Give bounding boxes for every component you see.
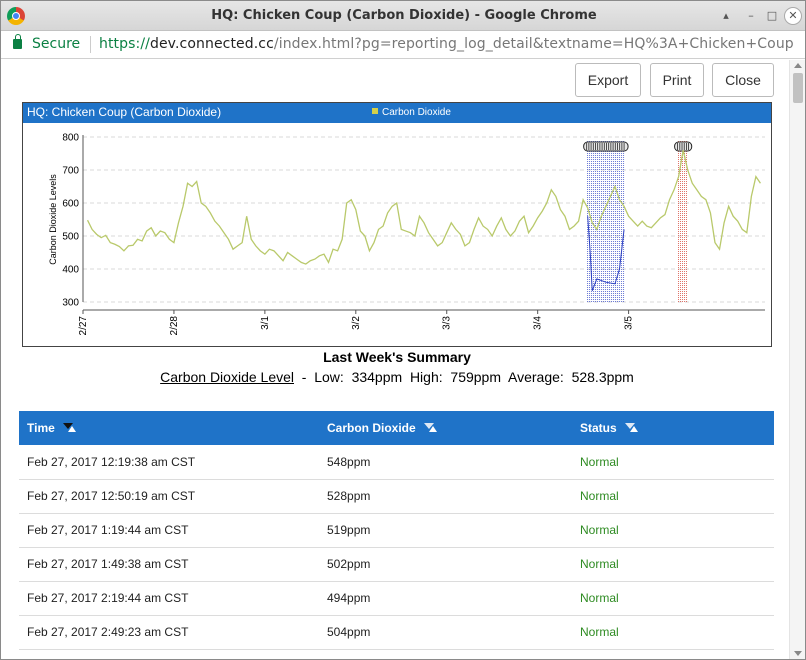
chart-header: HQ: Chicken Coup (Carbon Dioxide) Carbon… bbox=[23, 103, 771, 123]
summary-line: Carbon Dioxide Level - Low: 334ppm High:… bbox=[1, 369, 793, 385]
x-tick-label: 3/1 bbox=[260, 316, 271, 330]
x-tick-label: 3/5 bbox=[624, 316, 635, 330]
address-separator bbox=[90, 36, 91, 53]
column-header-time[interactable]: Time bbox=[19, 411, 319, 445]
table-header-row: Time Carbon Dioxide Status bbox=[19, 411, 774, 445]
cell-time: Feb 27, 2017 2:19:44 am CST bbox=[19, 581, 319, 616]
summary-title: Last Week's Summary bbox=[323, 349, 471, 365]
cell-time: Feb 27, 2017 12:19:38 am CST bbox=[19, 445, 319, 480]
legend-swatch bbox=[372, 108, 378, 114]
cell-status: Normal bbox=[572, 581, 774, 616]
address-bar[interactable]: Secure https://dev.connected.cc/index.ht… bbox=[1, 31, 805, 59]
scroll-up-icon[interactable] bbox=[794, 63, 802, 68]
cell-time: Feb 27, 2017 1:49:38 am CST bbox=[19, 547, 319, 582]
secure-label: Secure bbox=[32, 36, 81, 52]
cell-co2: 519ppm bbox=[319, 513, 572, 548]
scroll-thumb[interactable] bbox=[793, 73, 803, 103]
x-tick-label: 2/28 bbox=[169, 316, 180, 336]
cell-co2: 548ppm bbox=[319, 445, 572, 480]
table-row[interactable]: Feb 27, 2017 2:19:44 am CST 494ppm Normal bbox=[19, 581, 774, 616]
table-row[interactable]: Feb 27, 2017 1:19:44 am CST 519ppm Normal bbox=[19, 513, 774, 548]
scroll-down-icon[interactable] bbox=[794, 651, 802, 656]
url-path: /index.html?pg=reporting_log_detail&text… bbox=[273, 36, 794, 52]
lock-icon bbox=[13, 34, 22, 49]
cell-co2: 502ppm bbox=[319, 547, 572, 582]
x-tick-label: 3/3 bbox=[442, 316, 453, 330]
log-table: Time Carbon Dioxide Status Feb 27, 2017 … bbox=[19, 411, 774, 650]
cell-status: Normal bbox=[572, 615, 774, 650]
window-maximize-icon[interactable]: □ bbox=[763, 7, 781, 25]
column-header-status[interactable]: Status bbox=[572, 411, 774, 445]
page-scrollbar[interactable] bbox=[789, 60, 805, 659]
band-handle bbox=[583, 141, 629, 152]
chart-panel: 300 400 500 600 700 800 Carbon Dioxide Levels 2… bbox=[22, 102, 772, 347]
sort-icon[interactable] bbox=[624, 423, 639, 433]
x-tick-label: 3/4 bbox=[533, 316, 544, 330]
summary-metric-link[interactable]: Carbon Dioxide Level bbox=[160, 369, 294, 385]
window-arrow-up-icon[interactable]: ▴ bbox=[717, 7, 735, 25]
y-tick-label: 400 bbox=[62, 265, 79, 276]
cell-time: Feb 27, 2017 1:19:44 am CST bbox=[19, 513, 319, 548]
cell-co2: 504ppm bbox=[319, 615, 572, 650]
title-bar: HQ: Chicken Coup (Carbon Dioxide) - Goog… bbox=[1, 1, 805, 31]
y-tick-label: 300 bbox=[62, 298, 79, 309]
page-content: Export Print Close 300 400 500 600 700 800 Car… bbox=[1, 60, 805, 659]
table-row[interactable]: Feb 27, 2017 2:49:23 am CST 504ppm Normal bbox=[19, 615, 774, 650]
window-close-icon[interactable]: ✕ bbox=[784, 7, 802, 25]
y-tick-label: 600 bbox=[62, 199, 79, 210]
summary-stats: - Low: 334ppm High: 759ppm Average: 528.… bbox=[294, 369, 634, 385]
window-title: HQ: Chicken Coup (Carbon Dioxide) - Goog… bbox=[211, 8, 597, 23]
band-handle bbox=[674, 141, 693, 152]
co2-chart: 300 400 500 600 700 800 Carbon Dioxide Levels 2… bbox=[48, 133, 765, 336]
sort-icon[interactable] bbox=[62, 423, 77, 433]
cell-co2: 494ppm bbox=[319, 581, 572, 616]
y-tick-label: 800 bbox=[62, 133, 79, 144]
x-tick-label: 3/2 bbox=[351, 316, 362, 330]
print-button[interactable]: Print bbox=[650, 63, 704, 97]
sort-icon[interactable] bbox=[423, 423, 438, 433]
chart-legend: Carbon Dioxide bbox=[372, 107, 451, 118]
window-minimize-icon[interactable]: – bbox=[742, 7, 760, 25]
y-tick-label: 700 bbox=[62, 166, 79, 177]
table-row[interactable]: Feb 27, 2017 1:49:38 am CST 502ppm Normal bbox=[19, 547, 774, 582]
cell-status: Normal bbox=[572, 547, 774, 582]
cell-time: Feb 27, 2017 2:49:23 am CST bbox=[19, 615, 319, 650]
url-scheme: https:// bbox=[99, 36, 150, 52]
y-tick-label: 500 bbox=[62, 232, 79, 243]
y-axis-label: Carbon Dioxide Levels bbox=[48, 174, 58, 265]
column-header-co2[interactable]: Carbon Dioxide bbox=[319, 411, 572, 445]
series-line-co2 bbox=[86, 150, 761, 265]
cell-status: Normal bbox=[572, 513, 774, 548]
table-row[interactable]: Feb 27, 2017 12:50:19 am CST 528ppm Normal bbox=[19, 479, 774, 514]
table-row[interactable]: Feb 27, 2017 12:19:38 am CST 548ppm Normal bbox=[19, 445, 774, 480]
x-tick-label: 2/27 bbox=[78, 316, 89, 336]
cell-status: Normal bbox=[572, 445, 774, 480]
close-button[interactable]: Close bbox=[712, 63, 774, 97]
url-text[interactable]: https://dev.connected.cc/index.html?pg=r… bbox=[99, 36, 794, 52]
cell-status: Normal bbox=[572, 479, 774, 514]
export-button[interactable]: Export bbox=[575, 63, 641, 97]
legend-label: Carbon Dioxide bbox=[382, 107, 451, 118]
cell-time: Feb 27, 2017 12:50:19 am CST bbox=[19, 479, 319, 514]
cell-co2: 528ppm bbox=[319, 479, 572, 514]
chart-title: HQ: Chicken Coup (Carbon Dioxide) bbox=[27, 105, 222, 119]
browser-window: HQ: Chicken Coup (Carbon Dioxide) - Goog… bbox=[0, 0, 806, 660]
url-host: dev.connected.cc bbox=[149, 36, 274, 52]
